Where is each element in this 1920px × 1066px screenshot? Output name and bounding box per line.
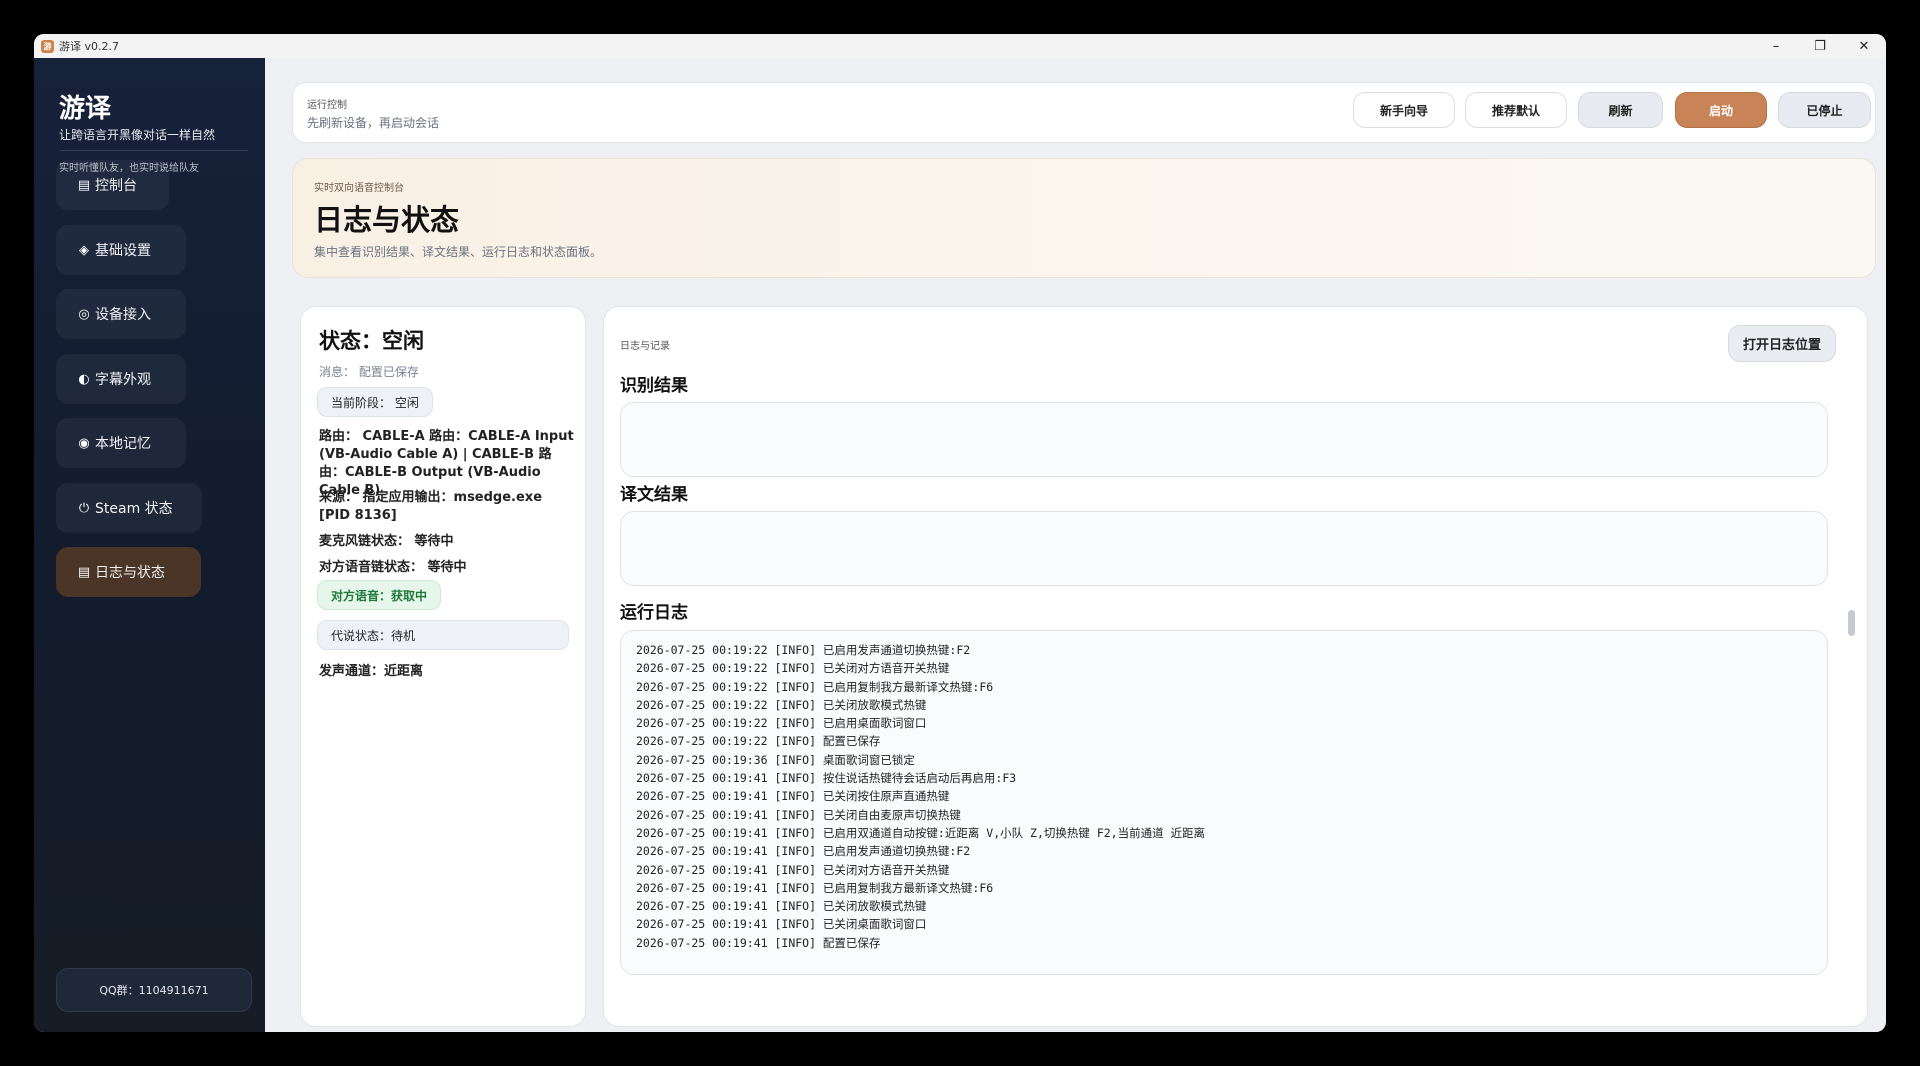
sidebar-item-devices[interactable]: ◎ 设备接入	[56, 289, 186, 339]
sidebar-item-label: Steam 状态	[95, 501, 173, 517]
sidebar-item-basic-settings[interactable]: ◈ 基础设置	[56, 225, 186, 275]
settings-icon: ◈	[79, 242, 89, 258]
sidebar-item-label: 本地记忆	[95, 436, 151, 452]
peer-voice-badge: 对方语音：获取中	[317, 580, 442, 610]
app-window: 游 游译 v0.2.7 – ❐ ✕ 游译 让跨语言开黑像对话一样自然 实时听懂队…	[34, 34, 1886, 1032]
sidebar-item-caption-style[interactable]: ◐ 字幕外观	[56, 354, 186, 404]
log-line: 2026-07-25 00:19:41 [INFO] 已启用复制我方最新译文热键…	[636, 880, 994, 895]
console-icon: ▤	[77, 177, 91, 193]
memory-icon: ◉	[78, 435, 90, 451]
window-controls: – ❐ ✕	[1754, 34, 1886, 58]
run-control-bar: 运行控制 先刷新设备，再启动会话 新手向导 推荐默认 刷新 启动 已停止	[292, 82, 1876, 143]
runlog-box[interactable]: 2026-07-25 00:19:22 [INFO] 已启用发声通道切换热键:F…	[620, 630, 1828, 975]
maximize-icon[interactable]: ❐	[1798, 34, 1842, 58]
log-line: 2026-07-25 00:19:41 [INFO] 已启用发声通道切换热键:F…	[636, 844, 971, 859]
sidebar-item-console[interactable]: ▤ 控制台	[56, 160, 169, 210]
sidebar-item-label: 控制台	[95, 178, 137, 194]
log-line: 2026-07-25 00:19:22 [INFO] 已启用发声通道切换热键:F…	[636, 643, 971, 657]
log-icon: ▤	[77, 564, 91, 580]
logs-kicker: 日志与记录	[620, 341, 670, 352]
stage-badge: 当前阶段： 空闲	[317, 387, 433, 417]
log-line: 2026-07-25 00:19:36 [INFO] 桌面歌词窗已锁定	[636, 752, 915, 767]
mic-chain-status: 麦克风链状态： 等待中	[319, 534, 454, 549]
title-bar: 游 游译 v0.2.7 – ❐ ✕	[34, 34, 1886, 58]
log-line: 2026-07-25 00:19:22 [INFO] 已启用复制我方最新译文热键…	[636, 679, 994, 694]
log-line: 2026-07-25 00:19:41 [INFO] 已关闭对方语音开关热键	[636, 862, 950, 877]
sidebar-item-label: 设备接入	[95, 307, 151, 323]
app-logo-icon: 游	[41, 39, 54, 53]
translation-result-box[interactable]	[620, 511, 1828, 586]
source-info: 来源： 指定应用输出：msedge.exe [PID 8136]	[319, 490, 543, 523]
log-line: 2026-07-25 00:19:22 [INFO] 已关闭放歌模式热键	[636, 697, 927, 712]
runlog-scrollbar[interactable]	[1848, 610, 1855, 636]
window-title: 游译 v0.2.7	[59, 40, 119, 53]
run-control-hint: 先刷新设备，再启动会话	[307, 116, 440, 130]
peer-chain-status: 对方语音链状态： 等待中	[319, 560, 467, 575]
status-message: 消息： 配置已保存	[319, 365, 419, 379]
steam-icon: ⏻	[78, 500, 90, 516]
log-line: 2026-07-25 00:19:41 [INFO] 已关闭自由麦原声切换热键	[636, 807, 961, 822]
page-header: 实时双向语音控制台 日志与状态 集中查看识别结果、译文结果、运行日志和状态面板。	[292, 158, 1876, 278]
log-line: 2026-07-25 00:19:41 [INFO] 已启用双通道自动按键:近距…	[636, 825, 1206, 840]
log-line: 2026-07-25 00:19:22 [INFO] 已启用桌面歌词窗口	[636, 716, 927, 731]
sidebar-item-steam-status[interactable]: ⏻ Steam 状态	[56, 483, 202, 533]
log-line: 2026-07-25 00:19:41 [INFO] 配置已保存	[636, 935, 881, 950]
stopped-button[interactable]: 已停止	[1778, 92, 1871, 128]
log-line: 2026-07-25 00:19:22 [INFO] 配置已保存	[636, 734, 881, 749]
translation-title: 译文结果	[620, 485, 688, 505]
page-title: 日志与状态	[314, 203, 460, 237]
log-line: 2026-07-25 00:19:41 [INFO] 按住说话热键待会话启动后再…	[636, 771, 1017, 786]
guide-button[interactable]: 新手向导	[1353, 92, 1455, 128]
open-log-location-button[interactable]: 打开日志位置	[1728, 325, 1836, 362]
proxy-status-badge: 代说状态：待机	[317, 620, 569, 650]
divider	[59, 150, 248, 151]
sidebar-item-local-memory[interactable]: ◉ 本地记忆	[56, 418, 186, 468]
sidebar-item-label: 日志与状态	[95, 565, 165, 581]
sidebar-item-label: 基础设置	[95, 243, 151, 259]
log-line: 2026-07-25 00:19:22 [INFO] 已关闭对方语音开关热键	[636, 661, 950, 676]
runlog-title: 运行日志	[620, 603, 688, 623]
log-line: 2026-07-25 00:19:41 [INFO] 已关闭桌面歌词窗口	[636, 917, 927, 932]
device-icon: ◎	[78, 306, 90, 322]
brand-tagline: 让跨语言开黑像对话一样自然	[59, 128, 216, 142]
brand-title: 游译	[59, 94, 112, 124]
page-kicker: 实时双向语音控制台	[314, 183, 404, 194]
recognition-title: 识别结果	[620, 376, 688, 396]
close-icon[interactable]: ✕	[1842, 34, 1886, 58]
caption-icon: ◐	[78, 371, 90, 387]
sidebar-item-logs-status[interactable]: ▤ 日志与状态	[56, 547, 201, 597]
minimize-icon[interactable]: –	[1754, 34, 1798, 58]
sidebar: 游译 让跨语言开黑像对话一样自然 实时听懂队友，也实时说给队友 ▤ 控制台 ◈ …	[34, 58, 265, 1032]
qq-group-badge[interactable]: QQ群：1104911671	[56, 968, 252, 1012]
recommend-default-button[interactable]: 推荐默认	[1465, 92, 1567, 128]
run-control-label: 运行控制	[307, 100, 347, 111]
log-line: 2026-07-25 00:19:41 [INFO] 已关闭放歌模式热键	[636, 899, 927, 914]
status-title: 状态：空闲	[319, 329, 424, 353]
voice-channel-info: 发声通道：近距离	[319, 664, 424, 679]
page-description: 集中查看识别结果、译文结果、运行日志和状态面板。	[314, 245, 603, 259]
recognition-result-box[interactable]	[620, 402, 1828, 477]
refresh-button[interactable]: 刷新	[1578, 92, 1663, 128]
start-button[interactable]: 启动	[1675, 92, 1767, 128]
log-line: 2026-07-25 00:19:41 [INFO] 已关闭按住原声直通热键	[636, 789, 950, 804]
logs-panel: 日志与记录 打开日志位置 识别结果 译文结果 运行日志 2026-07-25 0…	[603, 306, 1868, 1027]
sidebar-item-label: 字幕外观	[95, 372, 151, 388]
status-panel: 状态：空闲 消息： 配置已保存 当前阶段： 空闲 路由： CABLE-A 路由：…	[300, 306, 586, 1027]
